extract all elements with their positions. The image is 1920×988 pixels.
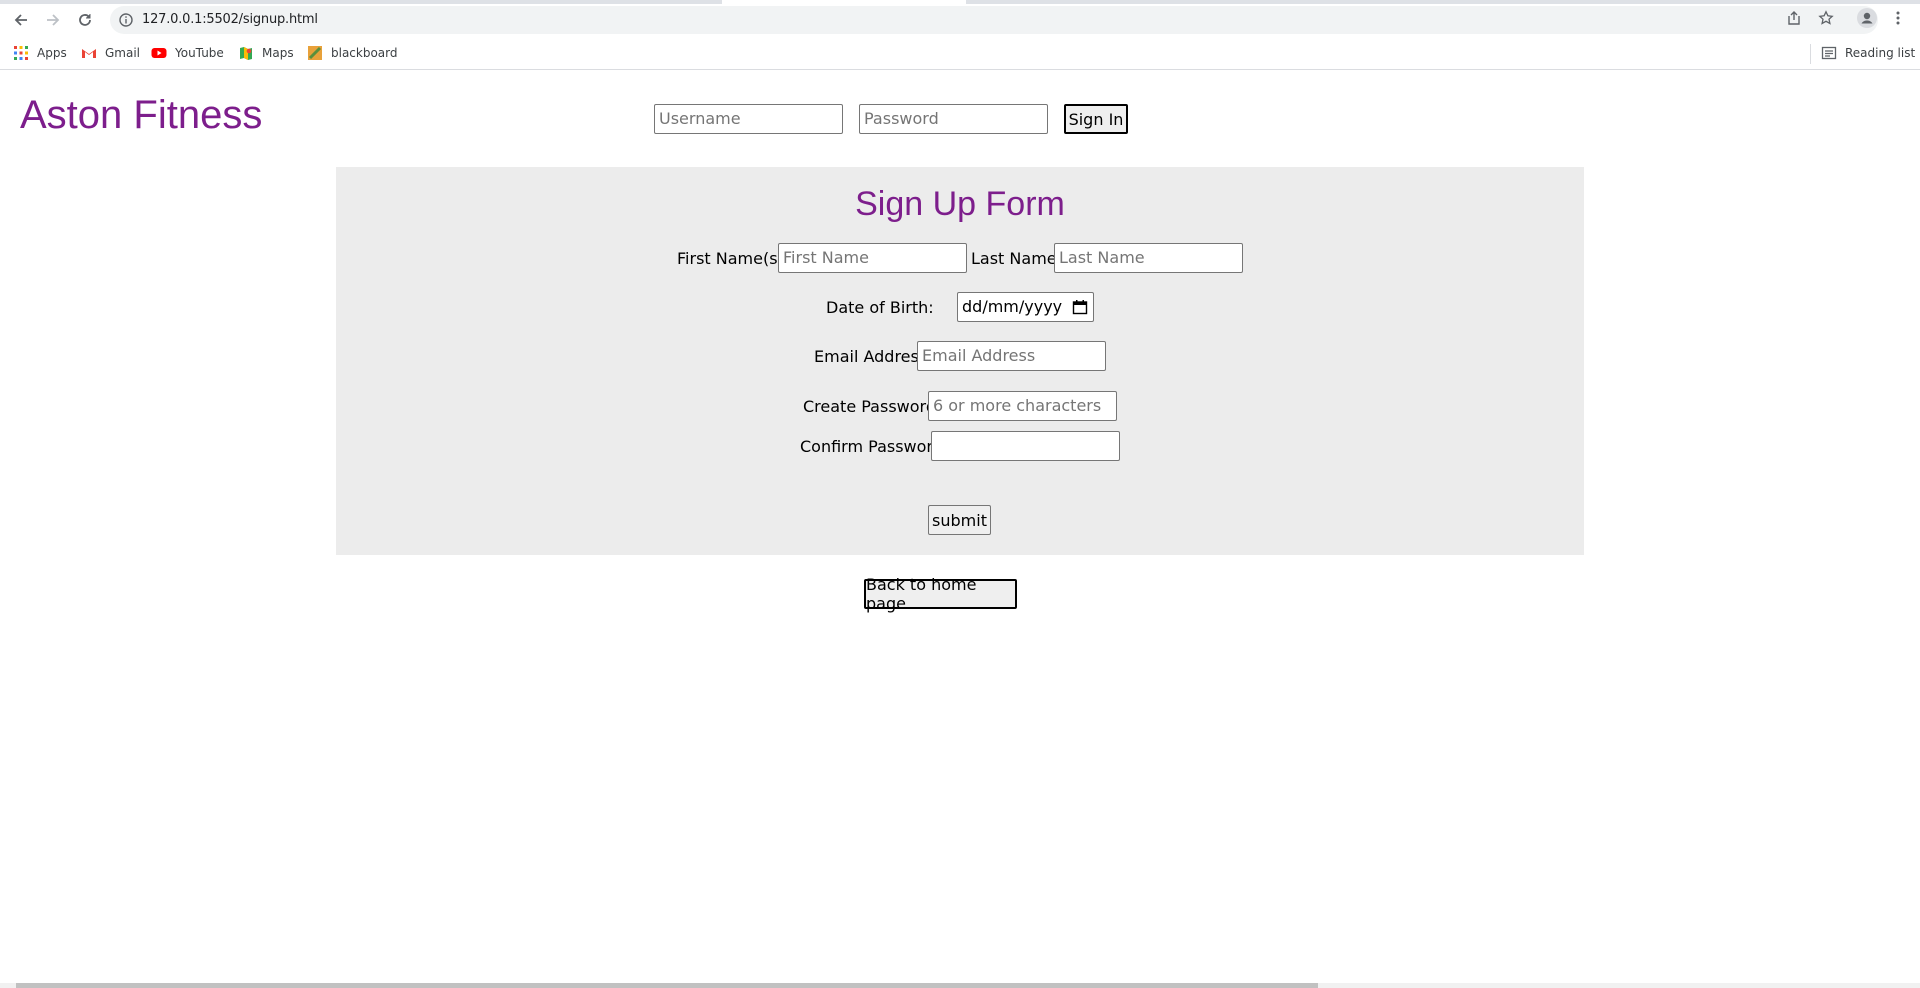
arrow-right-icon: [47, 14, 60, 26]
first-name-label: First Name(s):: [677, 249, 790, 268]
email-input[interactable]: Email Address: [917, 341, 1106, 371]
username-input[interactable]: Username: [654, 104, 843, 134]
bookmark-label: Gmail: [105, 46, 141, 60]
reading-list-icon: [1821, 46, 1837, 60]
confirm-password-input[interactable]: [931, 431, 1120, 461]
star-icon[interactable]: [1818, 10, 1834, 26]
reading-list-label: Reading list: [1845, 46, 1916, 60]
bookmark-gmail[interactable]: Gmail: [81, 44, 140, 62]
info-icon[interactable]: [118, 12, 134, 28]
calendar-icon[interactable]: [1072, 299, 1088, 315]
youtube-icon: [151, 48, 167, 58]
create-password-label: Create Password:: [803, 397, 942, 416]
bookmark-label: Maps: [262, 46, 294, 60]
bookmark-maps[interactable]: Maps: [238, 44, 294, 62]
profile-avatar-icon[interactable]: [1857, 8, 1877, 28]
back-button[interactable]: [9, 8, 33, 32]
last-name-label: Last Name:: [971, 249, 1063, 268]
maps-icon: [240, 47, 252, 60]
dob-value: dd/mm/yyyy: [962, 297, 1063, 316]
horizontal-scrollbar-track[interactable]: [0, 983, 1920, 988]
email-label: Email Address: [814, 347, 928, 366]
bookmark-youtube[interactable]: YouTube: [151, 44, 224, 62]
menu-icon[interactable]: [1890, 10, 1906, 26]
sign-up-form: Sign Up Form First Name(s): First Name L…: [336, 167, 1584, 555]
confirm-password-label: Confirm Password: [800, 437, 943, 456]
sign-in-button[interactable]: Sign In: [1064, 104, 1128, 134]
form-title: Sign Up Form: [855, 185, 1065, 223]
submit-button[interactable]: submit: [928, 505, 991, 535]
reload-button[interactable]: [73, 8, 97, 32]
bookmark-label: YouTube: [175, 46, 224, 60]
blackboard-icon: [308, 46, 322, 60]
bookmark-label: blackboard: [331, 46, 398, 60]
back-to-home-button[interactable]: Back to home page: [864, 575, 1017, 613]
apps-grid-icon: [14, 46, 28, 60]
password-input[interactable]: Password: [859, 104, 1048, 134]
dob-label: Date of Birth:: [826, 298, 934, 317]
share-icon[interactable]: [1786, 10, 1802, 26]
bookmark-apps[interactable]: Apps: [13, 44, 67, 62]
reading-list-button[interactable]: Reading list: [1821, 44, 1915, 62]
first-name-input[interactable]: First Name: [778, 243, 967, 273]
address-bar[interactable]: 127.0.0.1:5502/signup.html: [110, 6, 1878, 34]
browser-toolbar: 127.0.0.1:5502/signup.html: [0, 4, 1920, 36]
url-text: 127.0.0.1:5502/signup.html: [142, 12, 318, 27]
bookmarks-bar: Apps Gmail YouTube Maps blackboard Readi…: [0, 36, 1920, 70]
create-password-input[interactable]: 6 or more characters: [928, 391, 1117, 421]
gmail-icon: [82, 49, 96, 58]
bookmarks-divider: [1810, 44, 1811, 64]
bookmark-blackboard[interactable]: blackboard: [307, 44, 398, 62]
forward-button[interactable]: [41, 8, 65, 32]
bookmark-label: Apps: [37, 46, 67, 60]
page-content: Aston Fitness Username Password Sign In …: [0, 71, 1920, 988]
horizontal-scrollbar-thumb[interactable]: [16, 983, 1318, 988]
login-bar: Username Password Sign In: [0, 104, 1920, 134]
dob-input[interactable]: dd/mm/yyyy: [957, 292, 1094, 322]
last-name-input[interactable]: Last Name: [1054, 243, 1243, 273]
reload-icon: [79, 14, 91, 26]
arrow-left-icon: [14, 14, 27, 26]
